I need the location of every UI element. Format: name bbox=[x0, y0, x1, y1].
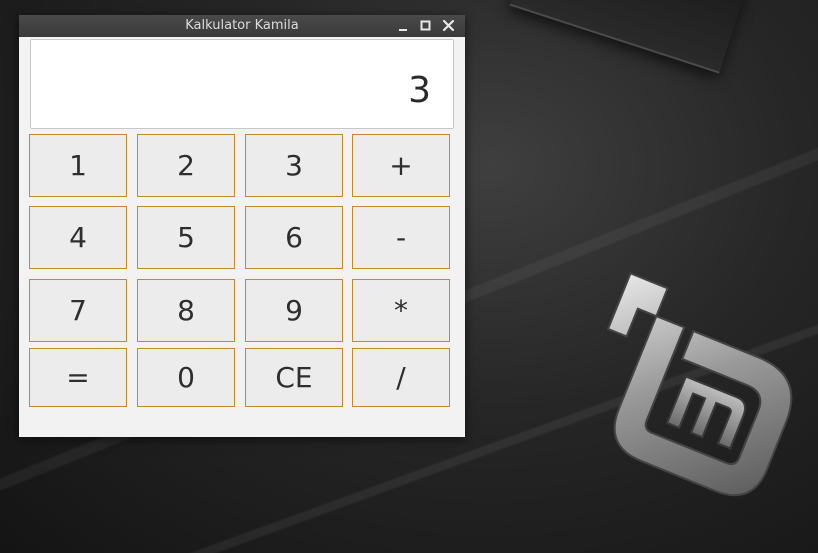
calculator-window: Kalkulator Kamila 3 1 2 3 + 4 5 6 - 7 8 … bbox=[19, 15, 465, 437]
key-7[interactable]: 7 bbox=[29, 279, 127, 342]
key-equals[interactable]: = bbox=[29, 348, 127, 407]
calculator-display: 3 bbox=[30, 39, 454, 129]
display-value: 3 bbox=[408, 70, 431, 111]
key-multiply[interactable]: * bbox=[352, 279, 450, 342]
key-3[interactable]: 3 bbox=[245, 134, 343, 197]
key-1[interactable]: 1 bbox=[29, 134, 127, 197]
key-9[interactable]: 9 bbox=[245, 279, 343, 342]
minimize-button[interactable] bbox=[395, 17, 413, 35]
close-button[interactable] bbox=[440, 17, 458, 35]
key-5[interactable]: 5 bbox=[137, 206, 235, 269]
key-4[interactable]: 4 bbox=[29, 206, 127, 269]
minimize-icon bbox=[399, 29, 407, 31]
key-minus[interactable]: - bbox=[352, 206, 450, 269]
key-clear-entry[interactable]: CE bbox=[245, 348, 343, 407]
desktop-background: Kalkulator Kamila 3 1 2 3 + 4 5 6 - 7 8 … bbox=[0, 0, 818, 553]
linux-mint-logo bbox=[606, 272, 793, 497]
key-divide[interactable]: / bbox=[352, 348, 450, 407]
key-2[interactable]: 2 bbox=[137, 134, 235, 197]
title-bar[interactable]: Kalkulator Kamila bbox=[19, 15, 465, 37]
maximize-button[interactable] bbox=[417, 17, 435, 35]
close-icon bbox=[442, 19, 455, 32]
key-8[interactable]: 8 bbox=[137, 279, 235, 342]
maximize-icon bbox=[420, 20, 431, 31]
key-plus[interactable]: + bbox=[352, 134, 450, 197]
key-6[interactable]: 6 bbox=[245, 206, 343, 269]
key-0[interactable]: 0 bbox=[137, 348, 235, 407]
desktop-decoration bbox=[509, 0, 751, 74]
